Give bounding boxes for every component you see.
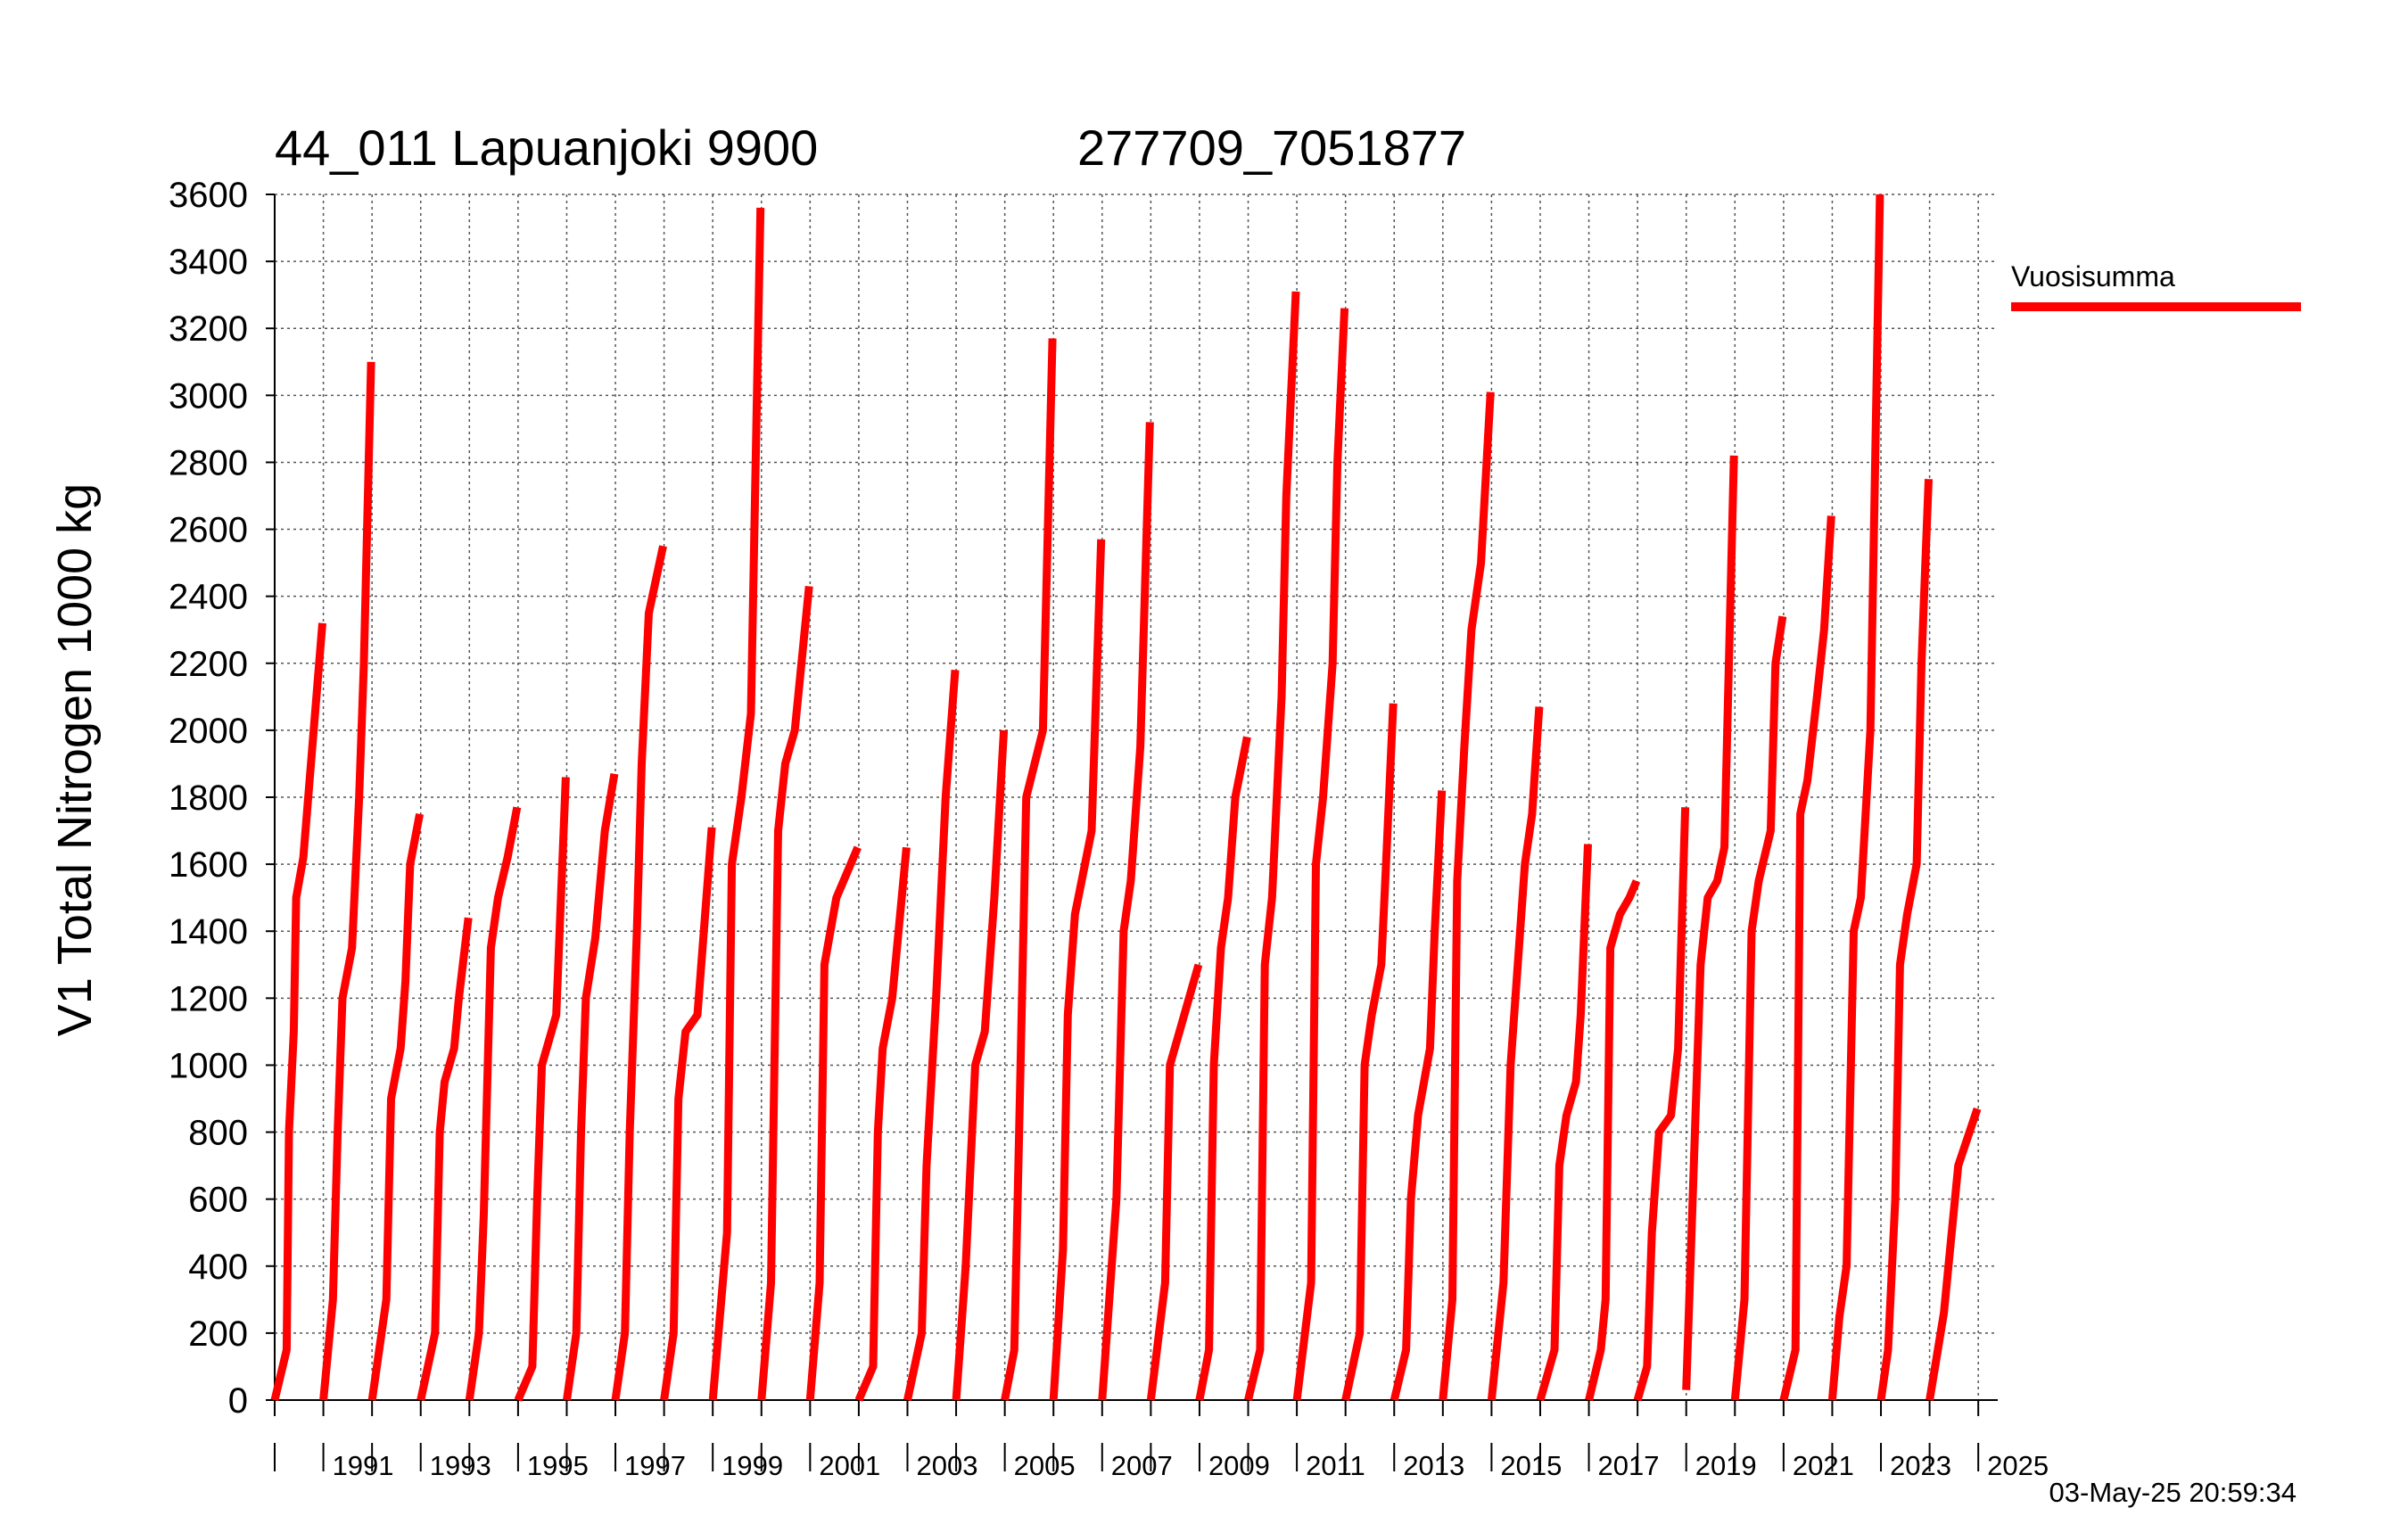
- x-tick-labels: 1991 1993 1995 1997 1999 2001 2003 2005 2007 2009…: [333, 1450, 2049, 1481]
- x-tick-label: 1995: [527, 1450, 589, 1481]
- y-axis-label: V1 Total Nitrogen 1000 kg: [48, 483, 102, 1036]
- y-tick-label: 1400: [169, 912, 248, 952]
- y-tick-label: 2800: [169, 443, 248, 482]
- y-tick-label: 200: [188, 1314, 248, 1354]
- y-tick-label: 1200: [169, 979, 248, 1018]
- series-segment-2003: [903, 669, 960, 1401]
- series-segment-2011: [1292, 308, 1349, 1401]
- x-tick-label: 2005: [1014, 1450, 1076, 1481]
- x-tick-label: 2001: [819, 1450, 880, 1481]
- series-segment-1999: [708, 207, 765, 1401]
- series-segment-2012: [1341, 703, 1398, 1401]
- x-tick-label: 2003: [916, 1450, 977, 1481]
- x-tick-label: 1991: [333, 1450, 394, 1481]
- y-tick-label: 2200: [169, 645, 248, 684]
- chart-title-left: 44_011 Lapuanjoki 9900: [275, 119, 818, 176]
- y-tick-label: 400: [188, 1248, 248, 1287]
- series-segment-2014: [1439, 391, 1495, 1401]
- x-tick-label: 2009: [1208, 1450, 1270, 1481]
- series-segment-1993: [416, 917, 473, 1401]
- y-tick-label: 2400: [169, 578, 248, 617]
- x-tick-label: 1997: [624, 1450, 686, 1481]
- series-segment-2024: [1926, 1107, 1982, 1401]
- series-segment-1995: [514, 777, 570, 1402]
- series-segment-2013: [1390, 790, 1447, 1402]
- timestamp: 03-May-25 20:59:34: [2049, 1477, 2297, 1508]
- y-tick-label: 2000: [169, 712, 248, 751]
- series-segment-2018: [1633, 807, 1690, 1402]
- y-tick-label: 3200: [169, 309, 248, 349]
- y-tick-label: 800: [188, 1114, 248, 1153]
- y-tick-labels: 0 200 400 600 800 1000 1200 1400 1600 1800 2000 220…: [169, 176, 248, 1421]
- series-segment-2023: [1876, 479, 1933, 1401]
- series-segment-1994: [465, 806, 522, 1401]
- series-segment-2017: [1585, 879, 1641, 1402]
- x-tick-label: 2007: [1111, 1450, 1173, 1481]
- y-tick-label: 0: [228, 1381, 248, 1421]
- x-tick-label: 2019: [1695, 1450, 1757, 1481]
- y-tick-label: 1000: [169, 1046, 248, 1085]
- series-segment-1998: [660, 827, 716, 1401]
- x-tick-label: 2017: [1598, 1450, 1660, 1481]
- series-segment-1990: [270, 622, 326, 1402]
- y-tick-label: 2600: [169, 511, 248, 550]
- x-tick-label: 2011: [1306, 1450, 1365, 1481]
- chart: 44_011 Lapuanjoki 9900 277709_7051877 0 2…: [48, 119, 2301, 1508]
- y-tick-label: 3400: [169, 243, 248, 282]
- legend: Vuosisumma: [2011, 260, 2301, 311]
- series-segment-1996: [563, 772, 619, 1401]
- x-tick-label: 1993: [430, 1450, 491, 1481]
- x-tick-label: 2015: [1500, 1450, 1562, 1481]
- series-segment-1992: [367, 812, 425, 1401]
- series-segment-2009: [1195, 736, 1251, 1401]
- x-tick-label: 2023: [1890, 1450, 1951, 1481]
- x-tick-label: 2013: [1403, 1450, 1464, 1481]
- series-segment-1997: [611, 545, 667, 1401]
- series-segment-1991: [319, 361, 375, 1401]
- series-segment-2005: [1001, 338, 1057, 1401]
- y-tick-label: 1800: [169, 779, 248, 818]
- series-segment-2021: [1779, 515, 1835, 1402]
- series-segment-2006: [1049, 539, 1106, 1401]
- legend-label: Vuosisumma: [2011, 260, 2175, 292]
- x-tick-label: 2025: [1987, 1450, 2049, 1481]
- series-segment-2007: [1098, 422, 1154, 1401]
- x-tick-label: 1999: [722, 1450, 783, 1481]
- series-segment-2016: [1536, 844, 1592, 1402]
- y-tick-label: 1600: [169, 845, 248, 885]
- series-segment-2010: [1244, 291, 1300, 1402]
- y-tick-label: 600: [188, 1181, 248, 1220]
- series-segment-2008: [1146, 963, 1203, 1401]
- series-segment-2020: [1730, 615, 1787, 1401]
- series-segment-2000: [757, 585, 813, 1401]
- series-segment-2002: [854, 846, 911, 1402]
- chart-title-right: 277709_7051877: [1077, 119, 1466, 176]
- series-segment-2001: [805, 845, 862, 1401]
- y-tick-label: 3000: [169, 376, 248, 416]
- x-tick-label: 2021: [1793, 1450, 1854, 1481]
- y-tick-label: 3600: [169, 176, 248, 215]
- series-segment-2015: [1487, 706, 1544, 1401]
